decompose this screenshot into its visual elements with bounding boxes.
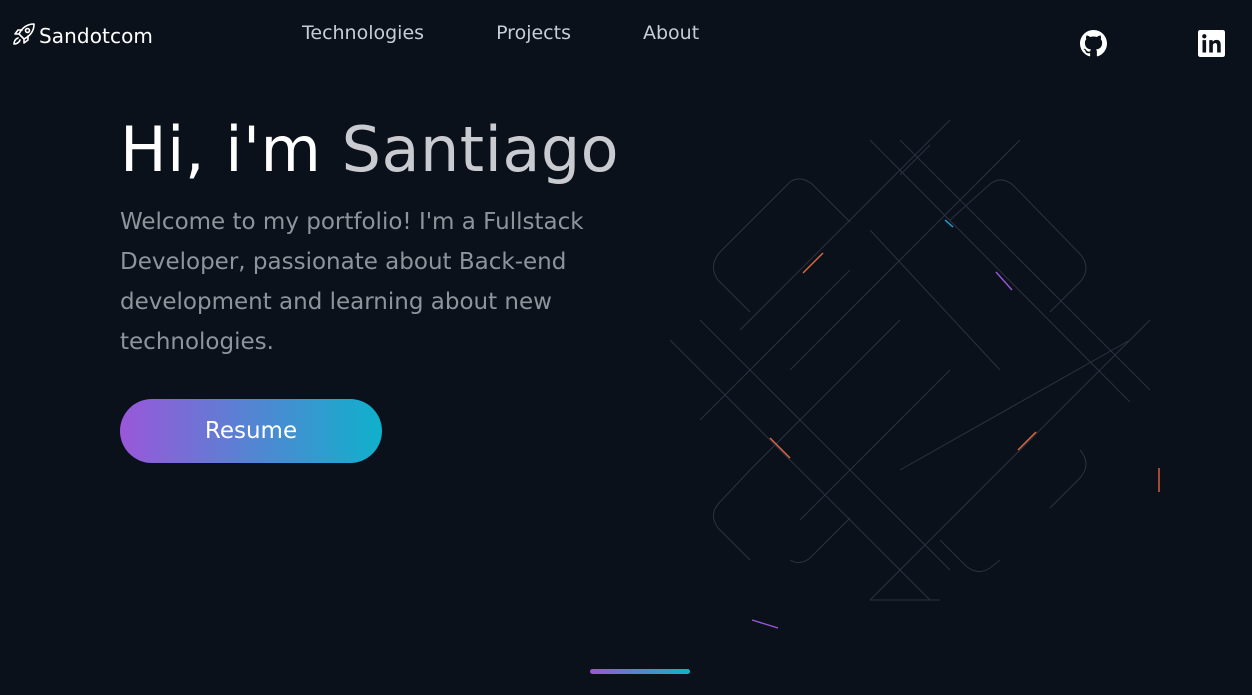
github-link[interactable] [1080, 30, 1107, 61]
hero-title: Hi, i'm Santiago [120, 108, 619, 192]
main-nav: Technologies Projects About [302, 22, 771, 44]
nav-item-projects[interactable]: Projects [496, 22, 571, 44]
background-grid-graphic [669, 120, 1160, 629]
slider-indicator[interactable] [590, 669, 690, 674]
logo-text: Sandotcom [39, 24, 154, 48]
github-icon [1080, 30, 1107, 61]
logo-link[interactable]: Sandotcom [10, 20, 153, 52]
linkedin-icon [1198, 30, 1225, 61]
nav-item-about[interactable]: About [643, 22, 699, 44]
linkedin-link[interactable] [1198, 30, 1225, 61]
hero-greeting: Hi, i'm [120, 113, 322, 186]
rocket-icon [10, 20, 38, 52]
page: Sandotcom Technologies Projects About Hi… [0, 0, 1252, 695]
resume-button[interactable]: Resume [120, 399, 382, 463]
hero-description: Welcome to my portfolio! I'm a Fullstack… [120, 209, 584, 355]
nav-item-technologies[interactable]: Technologies [302, 22, 424, 44]
hero-name: Santiago [341, 113, 620, 186]
